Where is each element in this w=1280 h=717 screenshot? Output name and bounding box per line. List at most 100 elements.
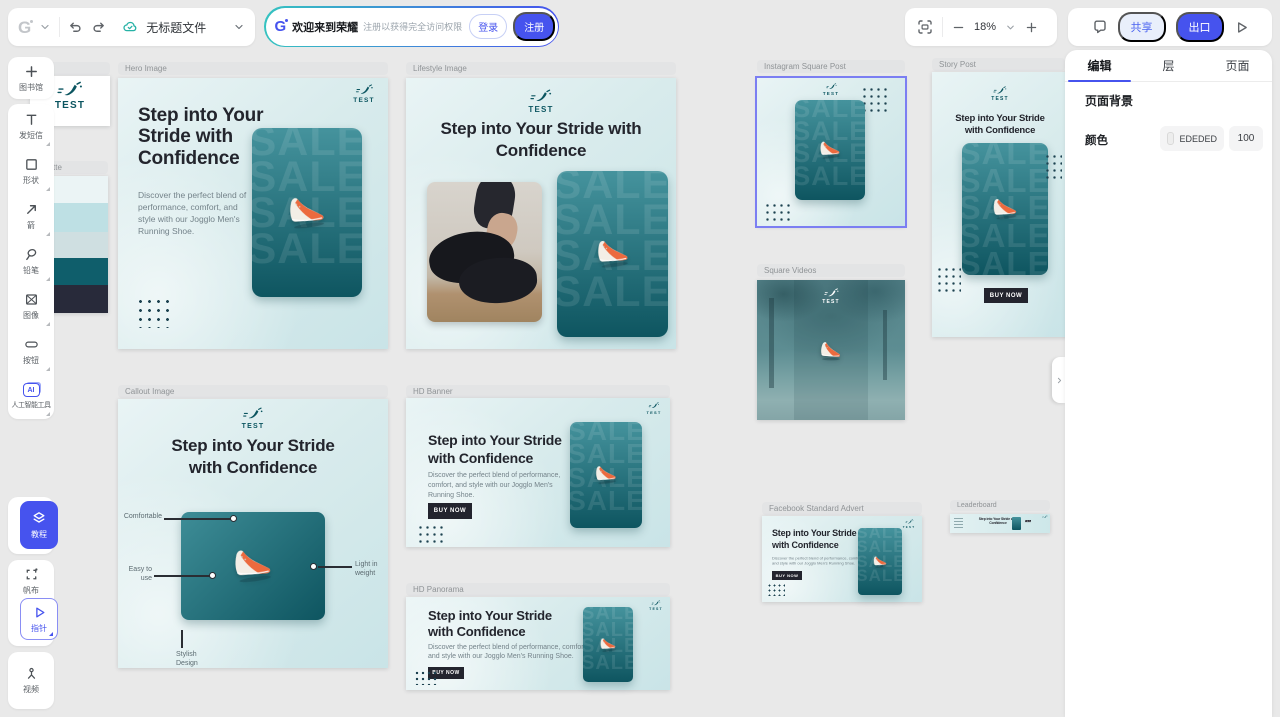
- test-logo: TEST: [818, 83, 844, 97]
- buy-now-button[interactable]: BUY NOW: [428, 503, 472, 519]
- fit-screen-icon[interactable]: [917, 19, 933, 35]
- comment-icon[interactable]: [1092, 19, 1108, 35]
- dots-pattern: [417, 524, 445, 545]
- artboard-label: Facebook Standard Advert: [769, 504, 864, 513]
- artboard-story[interactable]: TEST Step into Your Stride with Confiden…: [932, 72, 1068, 337]
- artboard-hd-panorama[interactable]: TEST Step into Your Stride with Confiden…: [406, 597, 670, 690]
- shape-icon: [24, 157, 39, 172]
- color-picker[interactable]: EDEDED: [1160, 126, 1224, 151]
- play-icon[interactable]: [1234, 20, 1249, 35]
- artboard-tab-lifestyle[interactable]: Lifestyle Image: [406, 62, 676, 75]
- zoom-toolbar: 18%: [905, 8, 1057, 46]
- ad-headline: Step into Your Stride with Confidence: [426, 118, 656, 162]
- artboard-leaderboard[interactable]: Step into Your Stride with Confidence BU…: [950, 514, 1050, 533]
- sale-panel: SALESALESALESALE: [795, 100, 865, 200]
- artboard-hd-banner[interactable]: TEST Step into Your Stride with Confiden…: [406, 398, 670, 547]
- artboard-label: Lifestyle Image: [413, 64, 467, 73]
- panel-tabs: 编辑 层 页面: [1065, 50, 1272, 82]
- text-icon: [24, 112, 39, 127]
- artboard-tab-instagram[interactable]: Instagram Square Post: [757, 60, 905, 73]
- redo-icon[interactable]: [91, 20, 106, 35]
- callout-label: Easy to use: [120, 565, 152, 583]
- dots-pattern: [764, 202, 794, 224]
- buy-now-button[interactable]: BUY NOW: [984, 288, 1028, 303]
- artboard-tab-hero[interactable]: Hero Image: [118, 62, 388, 75]
- artboard-tab-callout[interactable]: Callout Image: [118, 385, 388, 398]
- sidebar-item-label: 人工智能工具: [12, 400, 51, 410]
- welcome-subtitle: 注册以获得完全访问权限: [363, 20, 462, 33]
- document-title[interactable]: 无标题文件: [146, 19, 206, 36]
- pin-icon: [24, 666, 39, 681]
- sidebar-item-pointer[interactable]: 指针: [20, 598, 58, 640]
- tab-edit[interactable]: 编辑: [1065, 50, 1134, 81]
- panel-collapse-handle[interactable]: [1052, 357, 1066, 403]
- zoom-out-icon[interactable]: [952, 21, 965, 34]
- chevron-down-icon[interactable]: [233, 21, 245, 33]
- sneaker-image: [591, 461, 622, 486]
- export-button[interactable]: 出口: [1176, 12, 1224, 42]
- sidebar-item-text[interactable]: 发短信: [8, 104, 54, 149]
- sidebar-item-label: 按钮: [23, 355, 39, 366]
- artboard-tab-hd-panorama[interactable]: HD Panorama: [406, 583, 670, 596]
- sale-panel: SALESALESALESALE: [557, 171, 668, 337]
- brand-mark-icon: [241, 407, 265, 422]
- submenu-corner-icon: [46, 232, 50, 236]
- sidebar-item-ai-tools[interactable]: AI 人工智能工具: [8, 374, 54, 419]
- test-logo: TEST: [816, 288, 846, 305]
- sidebar-item-shapes[interactable]: 形状: [8, 149, 54, 194]
- artboard-tab-story[interactable]: Story Post: [932, 58, 1065, 71]
- sidebar-item-pencil[interactable]: 铅笔: [8, 239, 54, 284]
- brand-word: TEST: [55, 101, 85, 111]
- app-logo[interactable]: G: [18, 19, 31, 36]
- sidebar-item-video[interactable]: 视频: [8, 652, 54, 709]
- dots-pattern: [136, 297, 169, 328]
- chevron-down-icon[interactable]: [39, 21, 51, 33]
- callout-label: Stylish Design: [176, 650, 206, 668]
- artboard-square-videos[interactable]: TEST: [757, 280, 905, 420]
- signup-button[interactable]: 注册: [513, 12, 555, 41]
- sidebar-item-canvas[interactable]: 帆布: [8, 560, 54, 598]
- brand-mark-icon: [825, 83, 838, 91]
- opacity-input[interactable]: 100: [1229, 126, 1263, 151]
- artboard-hero[interactable]: TEST Step into Your Stride with Confiden…: [118, 78, 388, 349]
- ai-icon: AI: [23, 383, 40, 397]
- image-icon: [24, 292, 39, 307]
- artboard-tab-square-videos[interactable]: Square Videos: [757, 264, 905, 277]
- sidebar-item-button[interactable]: 按钮: [8, 329, 54, 374]
- artboard-facebook[interactable]: TEST Step into Your Stride with Confiden…: [762, 516, 922, 602]
- sidebar-item-image[interactable]: 图像: [8, 284, 54, 329]
- undo-icon[interactable]: [68, 20, 83, 35]
- zoom-level[interactable]: 18%: [974, 21, 996, 33]
- artboard-instagram[interactable]: TEST SALESALESALESALE: [757, 78, 905, 226]
- chevron-down-icon[interactable]: [1005, 22, 1016, 33]
- share-toolbar: 共享 出口: [1068, 8, 1272, 46]
- artboard-lifestyle[interactable]: TEST Step into Your Stride with Confiden…: [406, 78, 676, 349]
- artboard-tab-leaderboard[interactable]: Leaderboard: [950, 500, 1050, 511]
- properties-panel: 编辑 层 页面 页面背景 颜色 EDEDED 100: [1065, 50, 1272, 717]
- tab-pages[interactable]: 页面: [1203, 50, 1272, 81]
- tab-layers[interactable]: 层: [1134, 50, 1203, 81]
- sneaker-image: [815, 137, 845, 161]
- artboard-tab-hd-banner[interactable]: HD Banner: [406, 385, 670, 398]
- artboard-label: Instagram Square Post: [764, 62, 846, 71]
- share-button[interactable]: 共享: [1118, 12, 1166, 42]
- ad-body: Discover the perfect blend of performanc…: [138, 190, 256, 238]
- sidebar-item-tutorial[interactable]: 教程: [20, 501, 58, 549]
- welcome-title: 欢迎来到荣耀: [292, 19, 358, 35]
- zoom-in-icon[interactable]: [1025, 21, 1038, 34]
- artboard-callout[interactable]: TEST Step into Your Stride with Confiden…: [118, 399, 388, 668]
- document-toolbar: G 无标题文件: [8, 8, 255, 46]
- sidebar-video-card: 视频: [8, 652, 54, 709]
- buy-now-button[interactable]: BUY NOW: [1025, 520, 1031, 522]
- sidebar-item-arrow[interactable]: 箭: [8, 194, 54, 239]
- brand-mark-icon: [992, 86, 1008, 96]
- artboard-tab-facebook[interactable]: Facebook Standard Advert: [762, 502, 922, 515]
- color-swatch[interactable]: [1167, 132, 1174, 145]
- login-button[interactable]: 登录: [469, 14, 507, 39]
- test-logo: TEST: [985, 86, 1015, 102]
- sidebar-tutorial-card: 教程: [8, 497, 54, 554]
- color-label: 颜色: [1085, 132, 1108, 148]
- sidebar-item-library[interactable]: 图书馆: [8, 57, 54, 99]
- buy-now-button[interactable]: BUY NOW: [772, 571, 802, 580]
- sidebar-item-label: 形状: [23, 175, 39, 186]
